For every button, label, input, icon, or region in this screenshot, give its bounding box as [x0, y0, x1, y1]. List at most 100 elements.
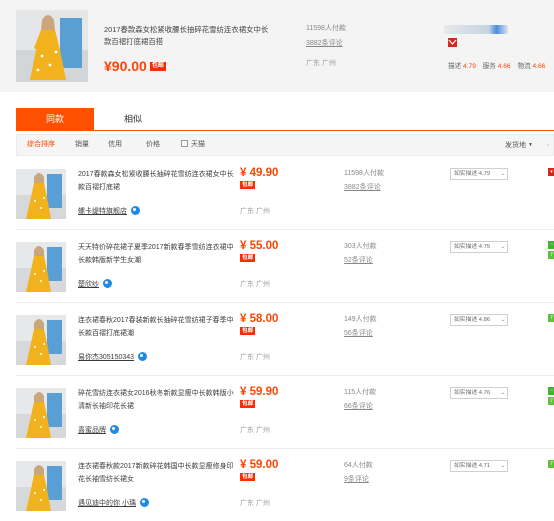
product-title[interactable]: 连衣裙春秋款2017新款碎花韩国中长款显瘦修身印花长袖雪纺长裙女: [78, 460, 238, 486]
location: 广东 广州: [240, 208, 270, 215]
chevron-down-icon: ⌄: [500, 317, 505, 323]
shop-name-blurred[interactable]: [444, 25, 508, 34]
desc-score: 如实描述 4.79: [454, 171, 491, 177]
clock-green-icon: ◔: [548, 387, 554, 395]
desc-score-dropdown[interactable]: 如实描述 4.71 ⌄: [450, 460, 508, 472]
tmall-checkbox[interactable]: [181, 140, 188, 147]
shop-scores: 描述 4.79 服务 4.66 物流 4.66: [448, 60, 550, 70]
chevron-down-icon: ⌄: [500, 244, 505, 250]
comments-link[interactable]: 9条评论: [344, 474, 369, 484]
shop-link[interactable]: 易你杰305150343: [78, 352, 148, 362]
comments-link[interactable]: 3882条评论: [306, 38, 343, 48]
chevron-down-icon: ⌄: [500, 390, 505, 396]
location: 广东 广州: [240, 354, 270, 361]
desc-score-dropdown[interactable]: 如实描述 4.79 ⌄: [450, 168, 508, 180]
source-product-card: 2017春款森女松紧收腰长抽碎花雪纺连衣裙女中长款百褶打底裙百搭 ¥90.00 包…: [0, 0, 554, 92]
product-title[interactable]: 2017春款森女松紧收腰长抽碎花雪纺连衣裙女中长款百褶打底裙: [78, 168, 238, 194]
wangwang-chat-icon[interactable]: [139, 498, 149, 507]
desc-score: 如实描述 4.71: [454, 463, 491, 469]
ship-from-label: 发货地: [505, 142, 526, 149]
product-price: ¥ 59.90: [240, 386, 279, 398]
product-thumbnail[interactable]: [16, 242, 66, 292]
chevron-down-icon[interactable]: ⌄: [545, 135, 551, 155]
score-value: 4.66: [532, 63, 546, 70]
result-row[interactable]: 连衣裙春秋款2017新款碎花韩国中长款显瘦修身印花长袖雪纺长裙女遇见迪中的你 小…: [16, 449, 554, 521]
product-price: ¥ 58.00: [240, 313, 279, 325]
sales-count: 303人付款: [344, 243, 377, 250]
desc-score: 如实描述 4.75: [454, 244, 491, 250]
shop-name[interactable]: 喜蜜品牌: [78, 427, 106, 434]
product-thumbnail[interactable]: [16, 461, 66, 511]
comments-link[interactable]: 66条评论: [344, 401, 373, 411]
score-value: 4.66: [497, 63, 511, 70]
tab-underline: [16, 130, 554, 131]
sales-count: 11598人付款: [306, 25, 346, 32]
product-title[interactable]: 2017春款森女松紧收腰长抽碎花雪纺连衣裙女中长款百褶打底裙百搭: [104, 24, 274, 48]
location: 广东 广州: [306, 60, 336, 67]
shop-link[interactable]: 喜蜜品牌: [78, 425, 119, 435]
result-row[interactable]: 碎花雪纺连衣裙女2016秋冬新款显瘦中长款韩版小清新长袖印花长裙喜蜜品牌 ¥ 59…: [16, 376, 554, 449]
product-thumbnail[interactable]: [16, 315, 66, 365]
comments-link[interactable]: 52条评论: [344, 255, 373, 265]
product-thumbnail[interactable]: [16, 388, 66, 438]
sales-count: 11598人付款: [344, 170, 384, 177]
result-row[interactable]: 天天特价碎花裙子夏季2017新款春季雪纺连衣裙中长款韩版新学生女潮楚欣纱 ¥ 55…: [16, 230, 554, 303]
free-shipping-badge: 包邮: [240, 400, 256, 408]
free-shipping-badge: 包邮: [149, 62, 166, 71]
comments-link[interactable]: 56条评论: [344, 328, 373, 338]
desc-score: 如实描述 4.86: [454, 317, 491, 323]
product-title[interactable]: 连衣裙春秋2017春装新款长抽碎花雪纺裙子春季中长款百褶打底裙潮: [78, 314, 238, 340]
desc-score-dropdown[interactable]: 如实描述 4.76 ⌄: [450, 387, 508, 399]
seven-days-icon: 7: [548, 397, 554, 405]
chevron-down-icon: ⌄: [500, 463, 505, 469]
tab-same-style[interactable]: 同款: [16, 108, 94, 130]
clock-green-icon: ◔: [548, 241, 554, 249]
desc-score-dropdown[interactable]: 如实描述 4.86 ⌄: [450, 314, 508, 326]
tab-similar[interactable]: 相似: [94, 108, 172, 130]
seven-days-icon: 7: [548, 314, 554, 322]
wangwang-chat-icon[interactable]: [131, 206, 140, 215]
product-price: ¥ 59.00: [240, 459, 279, 471]
score-label: 物流: [517, 63, 531, 70]
wangwang-chat-icon[interactable]: [110, 425, 119, 434]
shop-name[interactable]: 螺卡缇特旗舰店: [78, 208, 127, 215]
seven-days-icon: 7: [548, 460, 554, 468]
product-price: ¥ 49.90: [240, 167, 279, 179]
score-value: 4.79: [463, 63, 476, 70]
shop-name[interactable]: 楚欣纱: [78, 281, 99, 288]
wangwang-chat-icon[interactable]: [103, 279, 112, 288]
shop-link[interactable]: 螺卡缇特旗舰店: [78, 206, 140, 216]
product-title[interactable]: 碎花雪纺连衣裙女2016秋冬新款显瘦中长款韩版小清新长袖印花长裙: [78, 387, 238, 413]
desc-score: 如实描述 4.76: [454, 390, 491, 396]
sort-sales[interactable]: 销量: [75, 135, 89, 155]
chevron-down-icon: ▼: [528, 142, 533, 148]
shop-link[interactable]: 楚欣纱: [78, 279, 112, 289]
desc-score-dropdown[interactable]: 如实描述 4.75 ⌄: [450, 241, 508, 253]
result-row[interactable]: 2017春款森女松紧收腰长抽碎花雪纺连衣裙女中长款百褶打底裙螺卡缇特旗舰店 ¥ 4…: [16, 157, 554, 230]
tmall-label: 天猫: [191, 141, 205, 148]
product-thumbnail[interactable]: [16, 169, 66, 219]
free-shipping-badge: 包邮: [240, 327, 256, 335]
tmall-filter[interactable]: 天猫: [181, 135, 205, 155]
medal-red-icon: ▾: [548, 168, 554, 176]
sort-credit[interactable]: 信用: [108, 135, 122, 155]
sort-default[interactable]: 综合排序: [27, 135, 55, 155]
wangwang-chat-icon[interactable]: [138, 352, 148, 361]
sales-count: 64人付款: [344, 462, 373, 469]
product-price: ¥ 55.00: [240, 240, 279, 252]
shop-link[interactable]: 遇见迪中的你 小瑀: [78, 498, 149, 508]
sales-count: 149人付款: [344, 316, 377, 323]
chevron-down-icon: ⌄: [500, 171, 505, 177]
product-title[interactable]: 天天特价碎花裙子夏季2017新款春季雪纺连衣裙中长款韩版新学生女潮: [78, 241, 238, 267]
product-image[interactable]: [16, 10, 88, 82]
comments-link[interactable]: 3882条评论: [344, 182, 381, 192]
price-value: ¥90.00: [104, 58, 147, 74]
sort-price[interactable]: 价格: [146, 135, 160, 155]
shop-name[interactable]: 遇见迪中的你 小瑀: [78, 500, 136, 507]
shop-name[interactable]: 易你杰305150343: [78, 354, 134, 361]
product-price: ¥90.00 包邮: [104, 58, 166, 74]
free-shipping-badge: 包邮: [240, 181, 256, 189]
location: 广东 广州: [240, 281, 270, 288]
ship-from-dropdown[interactable]: 发货地 ▼: [505, 135, 533, 156]
result-row[interactable]: 连衣裙春秋2017春装新款长抽碎花雪纺裙子春季中长款百褶打底裙潮易你杰30515…: [16, 303, 554, 376]
